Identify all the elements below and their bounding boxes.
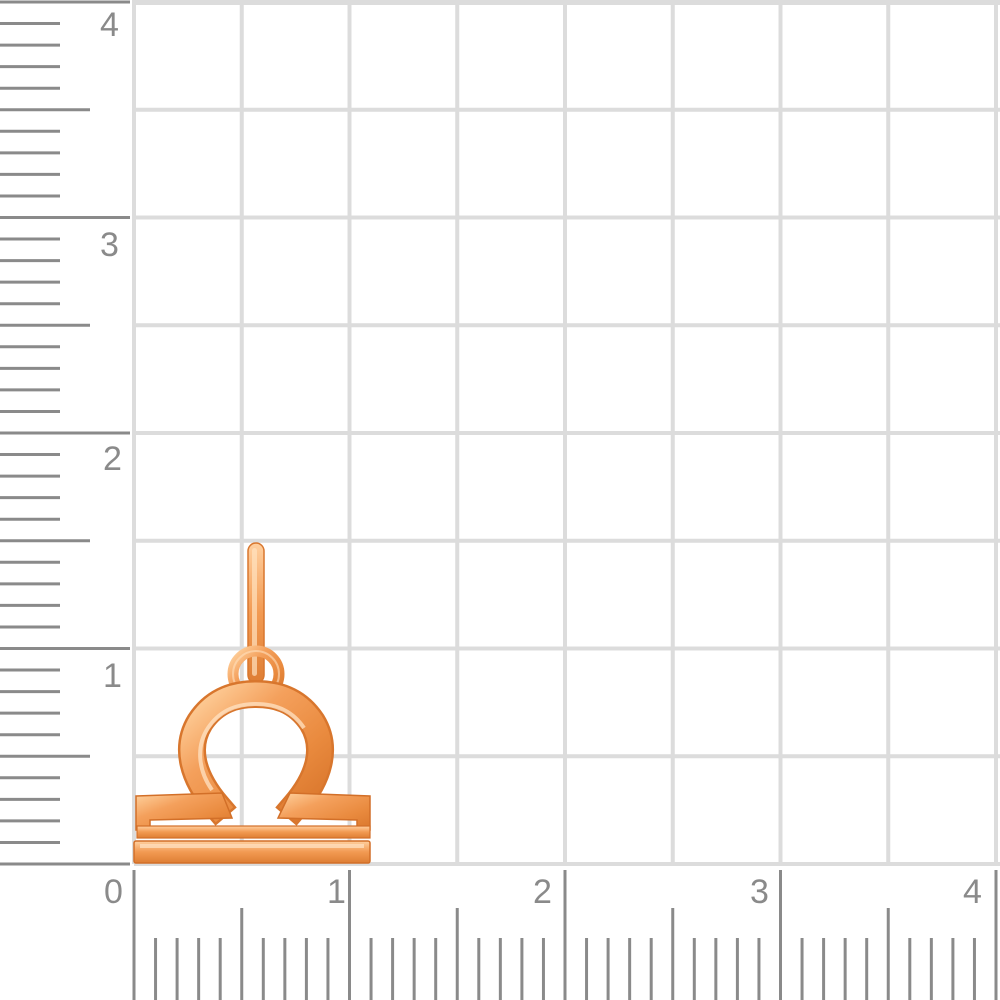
ruler-label-y-3: 3 [100, 226, 119, 264]
pendant-left-foot [135, 792, 234, 831]
ruler-label-x-3: 3 [750, 873, 769, 911]
ruler-label-x-4: 4 [963, 873, 982, 911]
ruler-label-x-2: 2 [533, 873, 552, 911]
pendant-middle-bar [136, 825, 371, 839]
vertical-ruler-ticks [0, 0, 130, 866]
ruler-label-x-0: 0 [104, 873, 123, 911]
ruler-label-y-4: 4 [100, 6, 119, 44]
ruler-label-x-1: 1 [327, 873, 346, 911]
ruler-photo: 4 3 2 1 0 1 2 3 4 [0, 0, 1000, 1000]
pendant-right-foot [276, 792, 371, 831]
ruler-label-y-2: 2 [103, 440, 122, 478]
libra-pendant [133, 542, 371, 864]
horizontal-ruler-ticks [132, 870, 998, 1000]
ruler-label-y-1: 1 [103, 657, 122, 695]
measurement-grid [132, 0, 1000, 866]
